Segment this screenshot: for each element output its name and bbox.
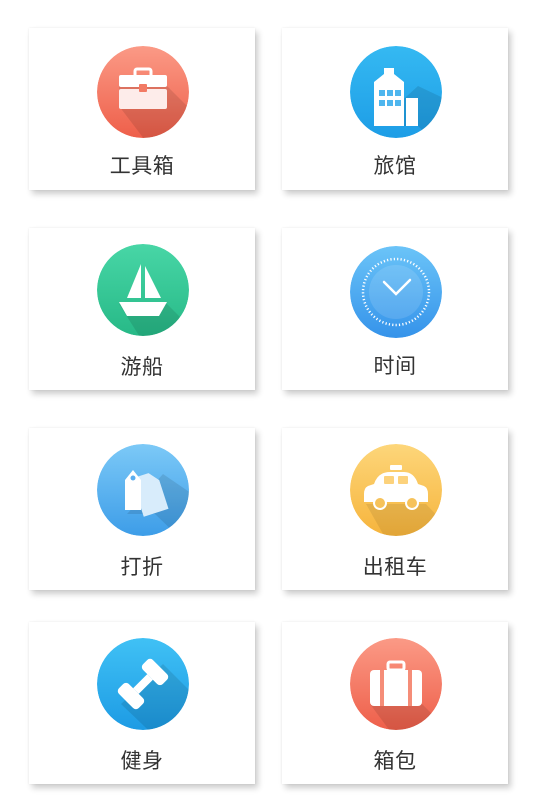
- toolbox-icon: [97, 46, 189, 138]
- tile-label: 出租车: [362, 555, 428, 579]
- tile-taxi[interactable]: 出租车: [282, 428, 508, 590]
- price-tag-icon: [97, 444, 189, 536]
- tile-label: 箱包: [373, 749, 417, 773]
- hotel-icon: [350, 46, 442, 138]
- dumbbell-icon: [97, 638, 189, 730]
- suitcase-icon: [350, 638, 442, 730]
- tile-discount[interactable]: 打折: [29, 428, 255, 590]
- tile-toolbox[interactable]: 工具箱: [29, 28, 255, 190]
- tile-time[interactable]: 时间: [282, 228, 508, 390]
- clock-icon: [350, 246, 442, 338]
- taxi-icon: [350, 444, 442, 536]
- tile-label: 游船: [120, 355, 164, 379]
- tile-label: 时间: [373, 354, 417, 378]
- tile-label: 健身: [120, 749, 164, 773]
- sailboat-icon: [97, 244, 189, 336]
- tile-hotel[interactable]: 旅馆: [282, 28, 508, 190]
- tile-fitness[interactable]: 健身: [29, 622, 255, 784]
- tile-label: 打折: [120, 555, 164, 579]
- tile-label: 旅馆: [373, 154, 417, 178]
- tile-label: 工具箱: [109, 154, 175, 178]
- tile-cruise-ship[interactable]: 游船: [29, 228, 255, 390]
- tile-luggage[interactable]: 箱包: [282, 622, 508, 784]
